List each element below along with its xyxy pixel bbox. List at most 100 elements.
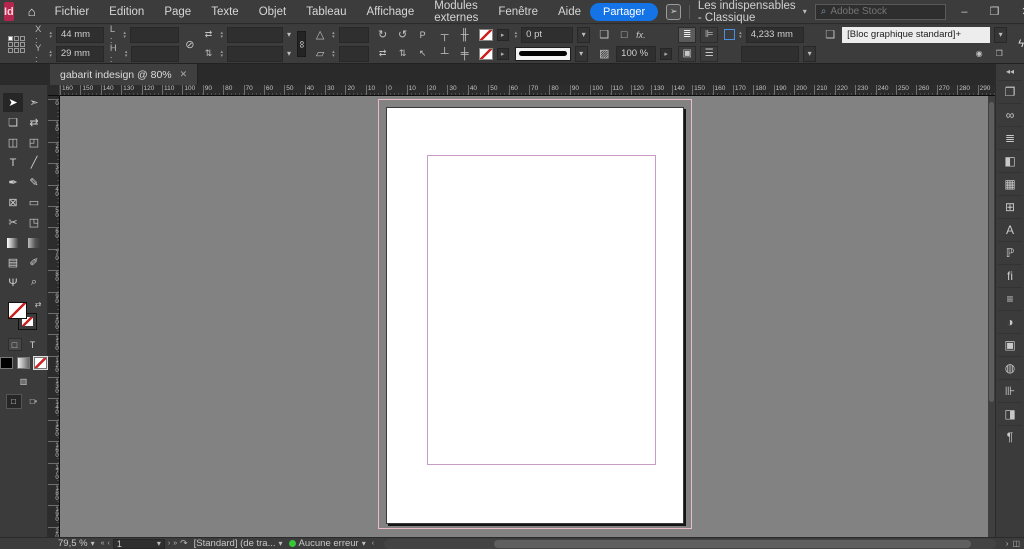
chevron-down-icon[interactable]: ▾ bbox=[287, 30, 291, 39]
flip-horizontal-icon[interactable]: ⇄ bbox=[375, 48, 391, 59]
preflight-profile-control[interactable]: [Standard] (de tra... ▾ bbox=[194, 538, 283, 549]
align-panel-icon[interactable]: ⊪ bbox=[998, 379, 1022, 402]
swatches-panel-icon[interactable]: ▦ bbox=[998, 172, 1022, 195]
rotation-field[interactable] bbox=[338, 26, 369, 43]
close-button[interactable]: ✕ bbox=[1014, 5, 1024, 18]
color-themes-panel-icon[interactable]: ◑ bbox=[998, 310, 1022, 333]
chevron-down-icon[interactable]: ▾ bbox=[287, 49, 291, 58]
opacity-field[interactable]: 100 % bbox=[616, 45, 657, 62]
hand-tool[interactable]: Ψ bbox=[3, 273, 23, 292]
stroke-color-swatch[interactable] bbox=[478, 47, 493, 60]
menu-fenetre[interactable]: Fenêtre bbox=[489, 3, 547, 21]
menu-tableau[interactable]: Tableau bbox=[297, 3, 355, 21]
fill-stroke-indicator[interactable]: ⇄ bbox=[7, 300, 42, 332]
stroke-weight-spinner[interactable] bbox=[515, 31, 518, 39]
formatting-affects-container-button[interactable]: □ bbox=[7, 338, 22, 351]
minimize-button[interactable]: – bbox=[954, 6, 974, 18]
menu-edition[interactable]: Edition bbox=[100, 3, 153, 21]
home-icon[interactable]: ⌂ bbox=[28, 4, 36, 19]
horizontal-ruler[interactable]: 160 150 140 130 120 110 100 90 80 70 60 50 40 30 20 10 0… bbox=[48, 85, 995, 96]
stroke-panel-icon[interactable]: ≣ bbox=[998, 126, 1022, 149]
flip-vertical-icon[interactable]: ⇅ bbox=[395, 48, 411, 59]
pasteboard[interactable] bbox=[60, 96, 988, 537]
page-tool[interactable]: ❏ bbox=[3, 113, 23, 132]
selection-tool[interactable]: ➤ bbox=[3, 93, 23, 112]
select-container-icon[interactable]: P bbox=[415, 30, 431, 40]
corner-options-icon[interactable]: ❑ bbox=[596, 28, 612, 41]
vertical-scrollbar[interactable] bbox=[988, 96, 995, 537]
document-tab[interactable]: gabarit indesign @ 80% ✕ bbox=[50, 64, 199, 85]
stroke-flyout-icon[interactable]: ▸ bbox=[496, 47, 509, 60]
scissors-tool[interactable]: ✂ bbox=[3, 213, 23, 232]
apply-color-button[interactable] bbox=[0, 357, 13, 369]
pen-tool[interactable]: ✒ bbox=[3, 173, 23, 192]
rectangle-tool[interactable]: ▭ bbox=[24, 193, 44, 212]
shear-spinner[interactable] bbox=[332, 50, 335, 58]
scroll-right-icon[interactable]: › bbox=[1006, 539, 1009, 548]
last-page-button[interactable]: » bbox=[173, 540, 177, 547]
select-content-icon[interactable]: ↖ bbox=[415, 48, 431, 59]
workspace-switcher[interactable]: Les indispensables - Classique ▾ bbox=[698, 0, 807, 24]
shear-field[interactable] bbox=[338, 45, 369, 62]
scale-x-spinner[interactable] bbox=[220, 31, 223, 39]
paragraph-styles-panel-icon[interactable]: ℙ bbox=[998, 241, 1022, 264]
pages-panel-icon[interactable]: ❐ bbox=[998, 80, 1022, 103]
constrain-dimensions-icon[interactable]: ⊘ bbox=[185, 38, 194, 51]
y-spinner[interactable] bbox=[49, 50, 52, 58]
preflight-status[interactable]: Aucune erreur ▾ bbox=[288, 538, 366, 549]
rotate-cw-icon[interactable]: ↻ bbox=[375, 28, 391, 41]
type-tool[interactable]: T bbox=[3, 153, 23, 172]
first-page-button[interactable]: « bbox=[101, 540, 105, 547]
wrap-bounding-box-button[interactable]: ⊫ bbox=[700, 26, 719, 43]
y-field[interactable]: 29 mm bbox=[55, 45, 104, 62]
width-spinner[interactable] bbox=[123, 31, 126, 39]
note-tool[interactable]: ▤ bbox=[3, 253, 23, 272]
cc-libraries-panel-icon[interactable]: ⊞ bbox=[998, 195, 1022, 218]
stroke-style-dropdown[interactable] bbox=[514, 46, 571, 61]
vertical-ruler[interactable]: 0 10 20 30 40 50 60 70 80 90 100 110 120 130 140 150 160… bbox=[48, 96, 60, 537]
character-styles-panel-icon[interactable]: A bbox=[998, 218, 1022, 241]
stock-search-input[interactable] bbox=[830, 6, 941, 17]
eyedropper-tool[interactable]: ✐ bbox=[24, 253, 44, 272]
scroll-left-icon[interactable]: ‹ bbox=[372, 540, 374, 547]
zoom-level-control[interactable]: 79,5 % ▾ bbox=[58, 538, 95, 549]
drop-shadow-icon[interactable]: □ bbox=[616, 29, 632, 41]
horizontal-scrollbar[interactable] bbox=[384, 538, 996, 549]
swap-fill-stroke-icon[interactable]: ⇄ bbox=[35, 300, 42, 309]
formatting-affects-text-button[interactable]: T bbox=[26, 338, 40, 351]
clear-overrides-icon[interactable]: ◉ bbox=[971, 49, 987, 58]
line-tool[interactable]: ╱ bbox=[24, 153, 44, 172]
normal-view-mode-button[interactable]: □ bbox=[5, 394, 22, 409]
style-options-icon[interactable]: ❒ bbox=[991, 49, 1007, 58]
split-view-icon[interactable]: ◫ bbox=[1012, 539, 1020, 548]
scale-y-field[interactable] bbox=[226, 45, 283, 62]
object-style-dropdown[interactable]: [Bloc graphique standard]+ bbox=[842, 26, 991, 43]
fill-color-swatch[interactable] bbox=[478, 28, 493, 41]
quick-apply-icon[interactable]: ϟ bbox=[1013, 38, 1024, 50]
horizontal-scrollbar-thumb[interactable] bbox=[494, 539, 972, 548]
x-spinner[interactable] bbox=[49, 31, 52, 39]
color-panel-icon[interactable]: ◧ bbox=[998, 149, 1022, 172]
free-transform-tool[interactable]: ◳ bbox=[24, 213, 44, 232]
vertical-scrollbar-thumb[interactable] bbox=[989, 102, 994, 402]
chevron-down-icon[interactable]: ▾ bbox=[574, 45, 588, 62]
constrain-scale-link-icon[interactable]: ∞ bbox=[296, 31, 307, 57]
wrap-object-shape-button[interactable]: ▣ bbox=[678, 45, 697, 62]
previous-page-button[interactable]: ‹ bbox=[108, 540, 110, 547]
menu-texte[interactable]: Texte bbox=[202, 3, 248, 21]
pathfinder-panel-icon[interactable]: ◨ bbox=[998, 402, 1022, 425]
share-screen-icon[interactable]: ➢ bbox=[666, 3, 682, 20]
menu-page[interactable]: Page bbox=[155, 3, 200, 21]
gradient-feather-tool[interactable] bbox=[24, 233, 44, 252]
layers-panel-icon[interactable]: ▣ bbox=[998, 333, 1022, 356]
height-field[interactable] bbox=[131, 45, 180, 62]
wrap-jump-button[interactable]: ☰ bbox=[700, 45, 719, 62]
distribute-vertical-icon[interactable]: ╪ bbox=[457, 48, 473, 60]
adobe-stock-search[interactable]: ⌕ bbox=[814, 3, 947, 20]
x-field[interactable]: 44 mm bbox=[56, 26, 104, 43]
pencil-tool[interactable]: ✎ bbox=[24, 173, 44, 192]
properties-panel-icon[interactable]: ≡ bbox=[998, 287, 1022, 310]
wrap-none-button[interactable]: ≣ bbox=[678, 26, 697, 43]
share-button[interactable]: Partager bbox=[590, 2, 659, 21]
apply-gradient-button[interactable] bbox=[17, 357, 30, 369]
